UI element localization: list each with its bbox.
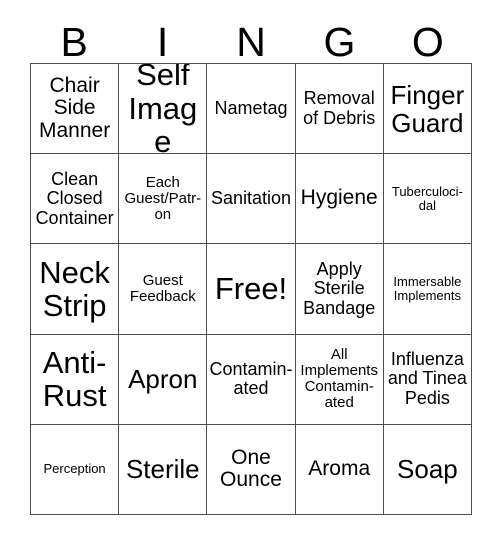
bingo-cell-label: Tuberculoci-dal bbox=[391, 183, 463, 213]
bingo-cell-label: Anti-Rust bbox=[42, 344, 107, 414]
bingo-card: B I N G O Chair Side Manner Self Image N… bbox=[0, 0, 500, 544]
bingo-cell[interactable]: Removal of Debris bbox=[295, 64, 384, 155]
bingo-cell[interactable]: Sterile bbox=[119, 424, 208, 515]
bingo-cell[interactable]: Contamin-ated bbox=[207, 334, 296, 425]
bingo-cell-label: Soap bbox=[397, 454, 458, 485]
bingo-cell-label: Clean Closed Container bbox=[35, 168, 114, 228]
bingo-cell-label: Nametag bbox=[214, 97, 288, 118]
bingo-cell[interactable]: Influenza and Tinea Pedis bbox=[383, 334, 472, 425]
bingo-cell[interactable]: Tuberculoci-dal bbox=[383, 154, 472, 245]
bingo-cell[interactable]: Hygiene bbox=[295, 154, 384, 245]
header-letter-n: N bbox=[236, 19, 266, 65]
bingo-cell-label: Immersable Implements bbox=[393, 273, 462, 303]
bingo-cell[interactable]: Sanitation bbox=[207, 154, 296, 245]
bingo-cell-label: Perception bbox=[43, 461, 106, 477]
bingo-cell-label: Finger Guard bbox=[390, 79, 465, 138]
bingo-cell-label: Removal of Debris bbox=[303, 88, 376, 128]
bingo-cell-label: Free! bbox=[214, 271, 288, 307]
bingo-cell-label: Aroma bbox=[308, 457, 371, 481]
bingo-cell-label: Guest Feedback bbox=[129, 271, 196, 305]
bingo-grid: Chair Side Manner Self Image Nametag Rem… bbox=[30, 63, 472, 515]
bingo-cell-label: Apron bbox=[128, 364, 198, 395]
bingo-cell[interactable]: Anti-Rust bbox=[31, 334, 120, 425]
bingo-cell-label: Neck Strip bbox=[39, 254, 110, 323]
bingo-cell[interactable]: Immersable Implements bbox=[383, 244, 472, 335]
bingo-cell-label: Sterile bbox=[125, 454, 200, 485]
header-letter-i: I bbox=[156, 19, 169, 65]
bingo-cell[interactable]: Perception bbox=[31, 424, 120, 515]
bingo-cell[interactable]: Clean Closed Container bbox=[31, 154, 120, 245]
bingo-cell-label: Each Guest/Patr-on bbox=[124, 173, 202, 223]
bingo-cell[interactable]: Self Image bbox=[119, 64, 208, 155]
bingo-cell-label: One Ounce bbox=[220, 445, 282, 492]
bingo-header: B I N G O bbox=[30, 8, 472, 63]
bingo-cell[interactable]: Aroma bbox=[295, 424, 384, 515]
bingo-cell-label: Hygiene bbox=[300, 186, 378, 210]
bingo-cell[interactable]: Guest Feedback bbox=[119, 244, 208, 335]
bingo-cell[interactable]: Apply Sterile Bandage bbox=[295, 244, 384, 335]
bingo-cell-label: Sanitation bbox=[210, 188, 292, 209]
bingo-cell[interactable]: Soap bbox=[383, 424, 472, 515]
bingo-cell-label: Self Image bbox=[128, 64, 198, 155]
header-letter-g: G bbox=[323, 19, 356, 65]
bingo-cell[interactable]: Chair Side Manner bbox=[31, 64, 120, 155]
bingo-cell[interactable]: Neck Strip bbox=[31, 244, 120, 335]
bingo-cell[interactable]: One Ounce bbox=[207, 424, 296, 515]
bingo-cell-label: All Implements Contamin-ated bbox=[300, 345, 378, 412]
bingo-cell-label: Apply Sterile Bandage bbox=[303, 258, 376, 318]
bingo-cell-free[interactable]: Free! bbox=[207, 244, 296, 335]
bingo-cell-label: Influenza and Tinea Pedis bbox=[387, 349, 467, 408]
bingo-cell[interactable]: Nametag bbox=[207, 64, 296, 155]
bingo-cell[interactable]: Finger Guard bbox=[383, 64, 472, 155]
header-letter-o: O bbox=[411, 19, 444, 65]
bingo-cell[interactable]: Each Guest/Patr-on bbox=[119, 154, 208, 245]
header-letter-b: B bbox=[60, 19, 88, 65]
bingo-cell-label: Chair Side Manner bbox=[38, 73, 111, 142]
bingo-cell[interactable]: All Implements Contamin-ated bbox=[295, 334, 384, 425]
bingo-cell[interactable]: Apron bbox=[119, 334, 208, 425]
bingo-cell-label: Contamin-ated bbox=[209, 358, 293, 399]
